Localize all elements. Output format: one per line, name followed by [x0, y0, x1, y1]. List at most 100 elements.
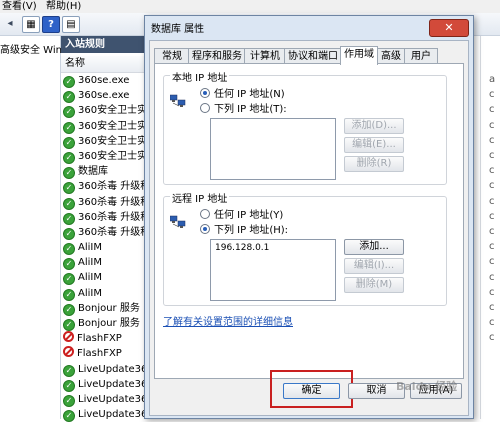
local-any-ip-option[interactable]: 任何 IP 地址(N) — [200, 85, 285, 100]
rule-name: AliIM — [78, 257, 102, 269]
rule-name: LiveUpdate360 — [78, 363, 154, 375]
blocked-rule-icon — [63, 346, 74, 358]
remote-ip-group: 远程 IP 地址 任何 IP 地址(Y) 下列 IP 地址(H): 196.12… — [163, 190, 447, 306]
console-tree: 高级安全 Win — [0, 36, 62, 419]
truncated-cell-text: c — [489, 226, 495, 237]
right-column-strip: accccccccccccccccc — [480, 36, 500, 419]
remote-these-ip-radio[interactable] — [200, 224, 210, 234]
truncated-cell-text: c — [489, 150, 495, 161]
scope-panel: 本地 IP 地址 任何 IP 地址(N) 下列 IP 地址(T): 添加(D).… — [154, 63, 464, 379]
truncated-cell-text: c — [489, 89, 495, 101]
rule-name: Bonjour 服务 — [78, 302, 140, 314]
truncated-cell-text: c — [489, 302, 495, 313]
remote-these-ip-label: 下列 IP 地址(H): — [214, 225, 289, 236]
truncated-cell-text: c — [489, 119, 495, 131]
learn-more-link[interactable]: 了解有关设置范围的详细信息 — [163, 313, 293, 328]
allowed-rule-icon: ✓ — [63, 197, 75, 210]
allowed-rule-icon: ✓ — [63, 258, 75, 271]
rule-name: AliIM — [78, 272, 102, 284]
tab-scope[interactable]: 作用域 — [340, 46, 378, 65]
local-any-ip-radio[interactable] — [200, 88, 210, 98]
watermark: Baidu 经验 — [396, 380, 458, 393]
tab-protocols-ports[interactable]: 协议和端口 — [284, 48, 342, 64]
local-these-ip-label: 下列 IP 地址(T): — [214, 104, 287, 115]
local-ip-group: 本地 IP 地址 任何 IP 地址(N) 下列 IP 地址(T): 添加(D).… — [163, 69, 447, 185]
local-any-ip-label: 任何 IP 地址(N) — [214, 89, 285, 100]
rule-name: 360se.exe — [78, 75, 130, 86]
allowed-rule-icon: ✓ — [63, 151, 75, 164]
truncated-cell-text: c — [489, 256, 495, 268]
local-add-button[interactable]: 添加(D)... — [344, 118, 404, 134]
truncated-cell-text: c — [489, 332, 495, 344]
rule-name: FlashFXP — [77, 333, 122, 345]
allowed-rule-icon: ✓ — [63, 91, 75, 104]
remote-any-ip-radio[interactable] — [200, 209, 210, 219]
rule-name: FlashFXP — [77, 348, 122, 360]
remote-remove-button[interactable]: 删除(M) — [344, 277, 404, 293]
allowed-rule-icon: ✓ — [63, 121, 75, 134]
tab-programs-services[interactable]: 程序和服务 — [188, 48, 246, 64]
truncated-cell-text: c — [489, 195, 495, 207]
allowed-rule-icon: ✓ — [63, 410, 75, 422]
dialog-title: 数据库 属性 — [151, 24, 205, 35]
truncated-cell-text: c — [489, 286, 495, 298]
close-button[interactable]: ✕ — [429, 19, 469, 37]
tab-computers[interactable]: 计算机 — [244, 48, 286, 64]
allowed-rule-icon: ✓ — [63, 212, 75, 225]
truncated-cell-text: c — [489, 241, 495, 253]
tree-item-advanced-security[interactable]: 高级安全 Win — [0, 41, 62, 56]
truncated-cell-text: a — [489, 74, 496, 85]
ok-button[interactable]: 确定 — [283, 383, 340, 399]
remote-any-ip-option[interactable]: 任何 IP 地址(Y) — [200, 206, 283, 221]
rule-name: AliIM — [78, 287, 102, 299]
allowed-rule-icon: ✓ — [63, 364, 75, 377]
rule-name: 360se.exe — [78, 90, 130, 102]
help-icon[interactable]: ? — [42, 16, 60, 33]
allowed-rule-icon: ✓ — [63, 76, 75, 88]
network-computers-icon — [170, 215, 186, 228]
menu-help[interactable]: 帮助(H) — [46, 0, 81, 13]
properties-dialog: 数据库 属性 ✕ 常规 程序和服务 计算机 协议和端口 作用域 高级 用户 本地… — [144, 15, 474, 419]
ip-address-entry[interactable]: 196.128.0.1 — [215, 243, 269, 253]
back-icon[interactable]: ◂ — [2, 16, 18, 31]
rule-name: LiveUpdate360 — [78, 378, 154, 390]
rule-name: 数据库 — [78, 166, 108, 178]
local-edit-button[interactable]: 编辑(E)... — [344, 137, 404, 153]
menu-bar: 查看(V) 帮助(H) — [0, 0, 500, 13]
remote-ip-list[interactable]: 196.128.0.1 — [210, 239, 336, 301]
menu-view[interactable]: 查看(V) — [2, 0, 37, 13]
properties-icon[interactable]: ▤ — [62, 16, 80, 33]
allowed-rule-icon: ✓ — [63, 227, 75, 240]
remote-edit-button[interactable]: 编辑(I)... — [344, 258, 404, 274]
truncated-cell-text: c — [489, 210, 495, 222]
truncated-cell-text: c — [489, 134, 495, 146]
show-hide-tree-icon[interactable]: ▦ — [22, 16, 40, 33]
allowed-rule-icon: ✓ — [63, 303, 75, 316]
allowed-rule-icon: ✓ — [63, 182, 75, 195]
truncated-cell-text: c — [489, 317, 495, 329]
network-computers-icon — [170, 94, 186, 107]
tab-general[interactable]: 常规 — [154, 48, 190, 64]
remote-any-ip-label: 任何 IP 地址(Y) — [214, 210, 284, 221]
rule-name: AliIM — [78, 242, 102, 254]
local-ip-list[interactable] — [210, 118, 336, 180]
truncated-cell-text: c — [489, 180, 495, 192]
tab-users[interactable]: 用户 — [404, 48, 438, 64]
local-remove-button[interactable]: 删除(R) — [344, 156, 404, 172]
local-these-ip-option[interactable]: 下列 IP 地址(T): — [200, 100, 287, 115]
dialog-body: 常规 程序和服务 计算机 协议和端口 作用域 高级 用户 本地 IP 地址 任何… — [149, 40, 469, 416]
allowed-rule-icon: ✓ — [63, 379, 75, 392]
rule-name: LiveUpdate360 — [78, 393, 154, 405]
allowed-rule-icon: ✓ — [63, 136, 75, 149]
local-these-ip-radio[interactable] — [200, 103, 210, 113]
blocked-rule-icon — [63, 331, 74, 343]
truncated-cell-text: c — [489, 271, 495, 283]
truncated-cell-text: c — [489, 165, 495, 177]
tab-advanced[interactable]: 高级 — [376, 48, 406, 64]
remote-add-button[interactable]: 添加... — [344, 239, 404, 255]
remote-ip-group-title: 远程 IP 地址 — [170, 190, 230, 205]
allowed-rule-icon: ✓ — [63, 394, 75, 407]
truncated-cell-text: c — [489, 104, 495, 116]
local-ip-group-title: 本地 IP 地址 — [170, 69, 230, 84]
remote-these-ip-option[interactable]: 下列 IP 地址(H): — [200, 221, 288, 236]
